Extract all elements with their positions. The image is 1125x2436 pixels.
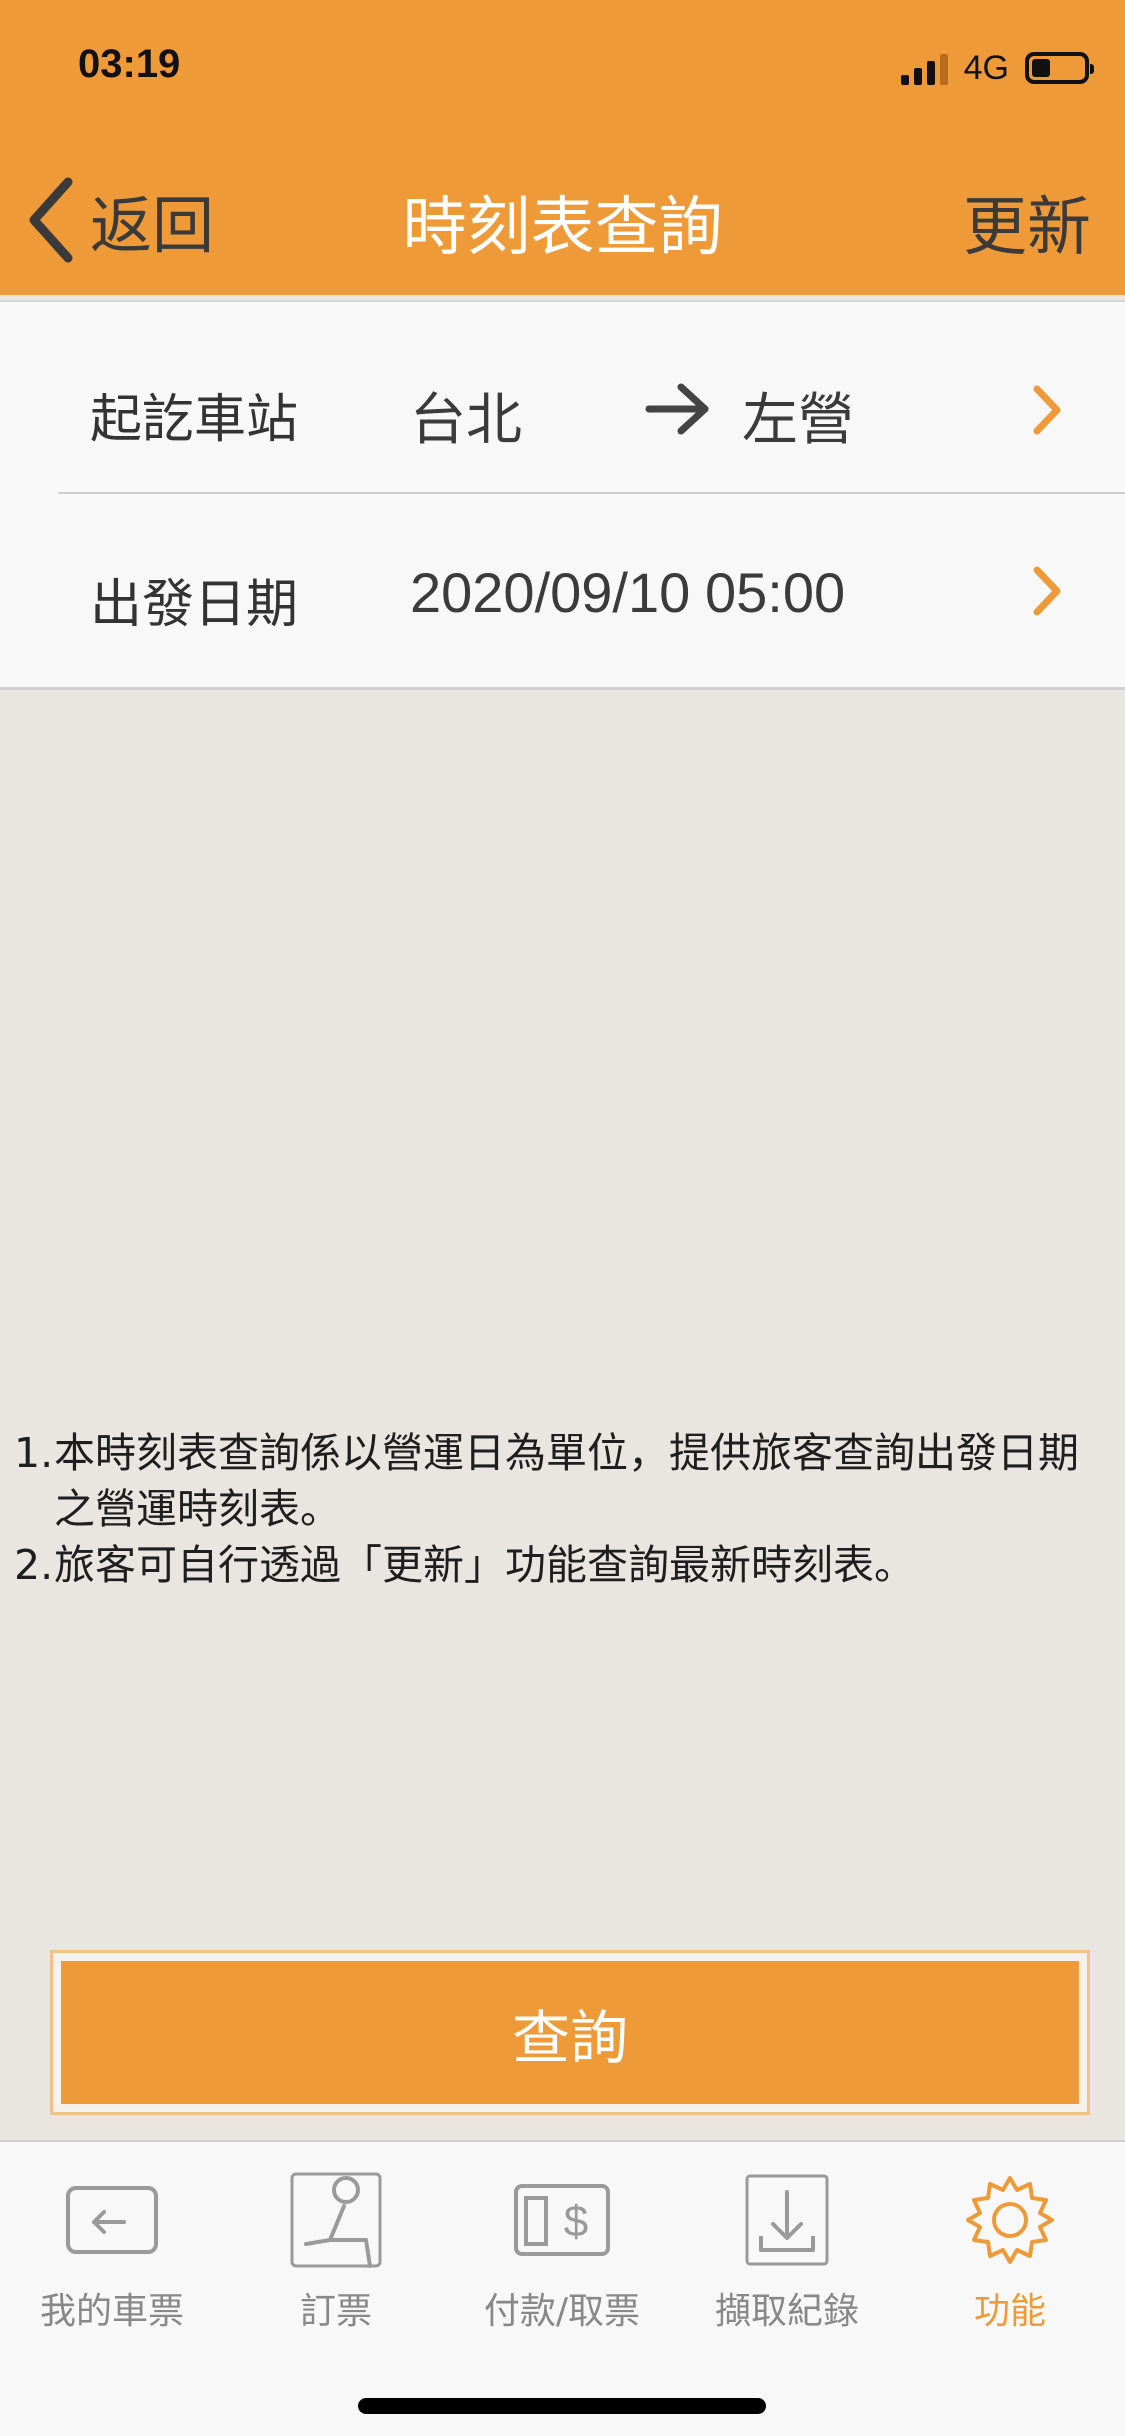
status-icons: 4G [900, 46, 1094, 90]
back-button[interactable]: 返回 [20, 170, 214, 270]
chevron-right-icon [1033, 385, 1061, 435]
station-label: 起訖車站 [90, 390, 299, 450]
note-number: 2. [14, 1541, 54, 1589]
tab-retrieve-records[interactable]: 擷取紀錄 [687, 2170, 887, 2334]
svg-text:$: $ [564, 2197, 588, 2246]
back-label: 返回 [90, 189, 215, 262]
tab-bar: 我的車票 訂票 $ 付款/取票 擷取紀錄 功能 [0, 2140, 1125, 2436]
note-number: 1. [14, 1429, 54, 1477]
departure-time: 05:00 [705, 561, 846, 624]
row-divider [58, 492, 1125, 494]
gear-icon [966, 2176, 1054, 2264]
signal-icon [900, 51, 948, 85]
tab-label: 訂票 [299, 2291, 372, 2332]
search-form: 起訖車站 台北 左營 出發日期 2020/09/10 05:00 [0, 300, 1125, 690]
note-text: 本時刻表查詢係以營運日為單位，提供旅客查詢出發日期之營運時刻表。 [54, 1429, 1079, 1533]
chevron-right-icon [1033, 566, 1061, 616]
status-time: 03:19 [78, 42, 181, 86]
tab-payment[interactable]: $ 付款/取票 [462, 2170, 662, 2334]
origin-station: 台北 [410, 388, 522, 451]
tab-label: 付款/取票 [483, 2291, 641, 2332]
download-icon [745, 2174, 829, 2266]
tab-my-tickets[interactable]: 我的車票 [12, 2170, 212, 2334]
battery-icon [1025, 52, 1094, 84]
note-item: 1. 本時刻表查詢係以營運日為單位，提供旅客查詢出發日期之營運時刻表。 [14, 1425, 1114, 1537]
note-text: 旅客可自行透過「更新」功能查詢最新時刻表。 [54, 1541, 915, 1589]
ticket-icon [66, 2186, 158, 2254]
tab-label: 我的車票 [39, 2291, 184, 2332]
station-row[interactable]: 起訖車站 台北 左營 [0, 327, 1125, 487]
notes-section: 1. 本時刻表查詢係以營運日為單位，提供旅客查詢出發日期之營運時刻表。 2. 旅… [14, 1425, 1114, 1593]
tab-functions[interactable]: 功能 [910, 2170, 1110, 2334]
header-bar: 03:19 4G 返回 時刻表查詢 更新 [0, 0, 1125, 295]
note-item: 2. 旅客可自行透過「更新」功能查詢最新時刻表。 [14, 1537, 1114, 1593]
arrow-right-icon [645, 383, 709, 435]
date-row[interactable]: 出發日期 2020/09/10 05:00 [0, 522, 1125, 682]
tab-booking[interactable]: 訂票 [236, 2170, 436, 2334]
panel-bottom-border [0, 687, 1125, 690]
tab-label: 擷取紀錄 [714, 2291, 859, 2332]
departure-date: 2020/09/10 [410, 561, 691, 624]
destination-station: 左營 [742, 388, 854, 451]
payment-icon: $ [514, 2184, 610, 2256]
refresh-button[interactable]: 更新 [963, 176, 1091, 268]
network-type: 4G [963, 48, 1009, 87]
chevron-left-icon [29, 177, 73, 263]
seat-icon [290, 2172, 382, 2268]
date-label: 出發日期 [90, 575, 299, 635]
query-button-container: 查詢 [50, 1950, 1090, 2115]
query-button[interactable]: 查詢 [61, 1961, 1079, 2104]
home-indicator[interactable] [358, 2398, 766, 2414]
tab-label: 功能 [973, 2291, 1046, 2332]
